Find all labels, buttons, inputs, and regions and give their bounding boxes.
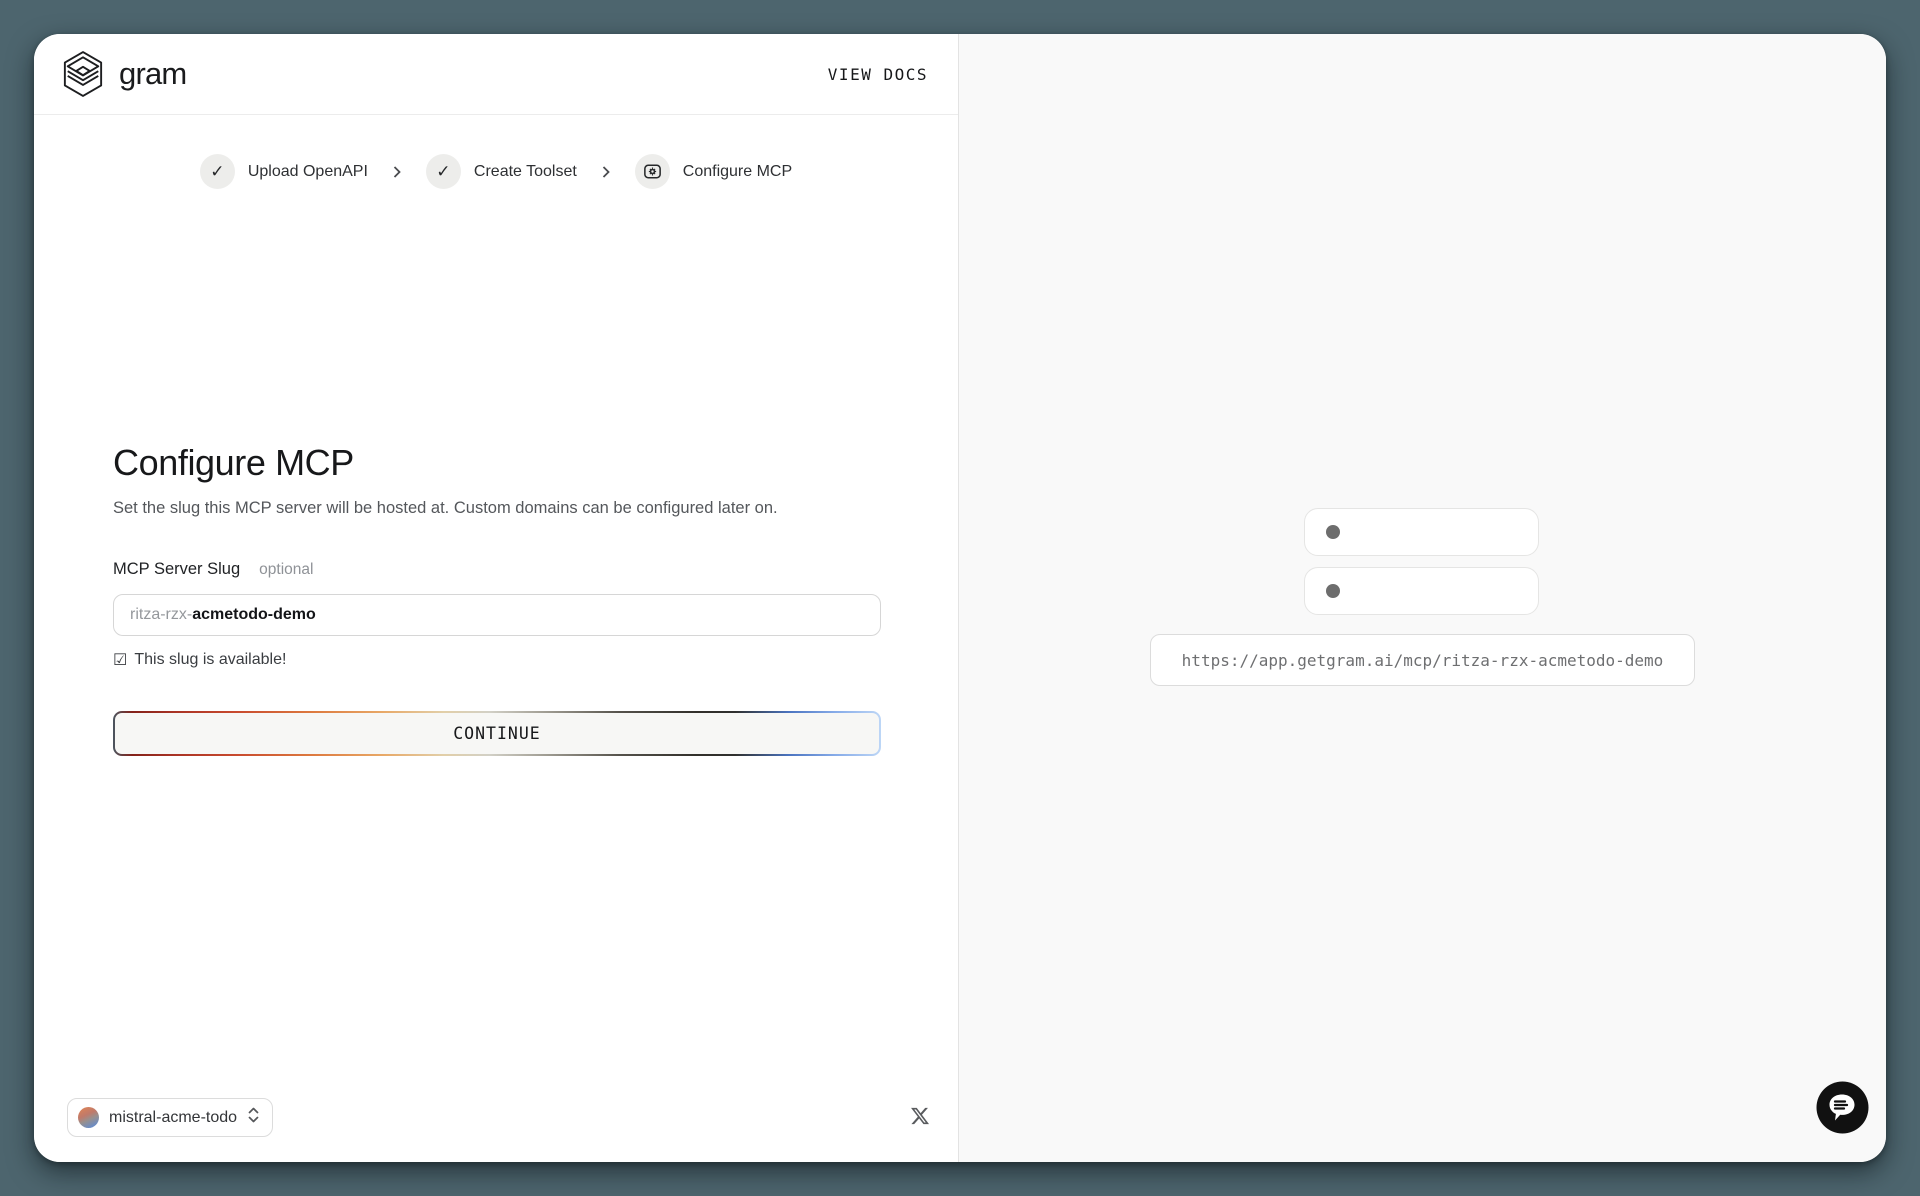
up-down-chevrons-icon	[247, 1106, 260, 1129]
chevron-right-icon	[600, 165, 612, 179]
header: gram VIEW DOCS	[34, 34, 958, 115]
step-label: Upload OpenAPI	[248, 163, 368, 181]
step-label: Create Toolset	[474, 163, 577, 181]
brand-wordmark: gram	[119, 56, 186, 92]
slug-value: acmetodo-demo	[192, 606, 316, 624]
project-selector-value: mistral-acme-todo	[109, 1109, 237, 1127]
checkbox-checked-icon: ☑	[113, 650, 127, 670]
chat-bubble-button[interactable]	[1815, 1080, 1870, 1135]
brand: gram	[62, 50, 186, 98]
step-label: Configure MCP	[683, 163, 792, 181]
step-create-toolset[interactable]: ✓ Create Toolset	[426, 154, 577, 189]
dot-icon	[1326, 584, 1340, 598]
project-avatar	[78, 1107, 99, 1128]
mcp-slug-input[interactable]: ritza-rzx-acmetodo-demo	[113, 594, 881, 636]
slug-field-label: MCP Server Slug	[113, 560, 240, 579]
availability-text: This slug is available!	[134, 651, 286, 669]
mcp-url-preview: https://app.getgram.ai/mcp/ritza-rzx-acm…	[1150, 634, 1695, 686]
view-docs-link[interactable]: VIEW DOCS	[828, 65, 928, 84]
check-icon: ✓	[426, 154, 461, 189]
setup-panel: gram VIEW DOCS ✓ Upload OpenAPI ✓ Create…	[34, 34, 959, 1162]
slug-field-label-row: MCP Server Slug optional	[113, 560, 313, 579]
gram-logo-icon	[62, 50, 104, 98]
dot-icon	[1326, 525, 1340, 539]
preview-placeholder-card	[1304, 567, 1539, 615]
mcp-settings-icon	[635, 154, 670, 189]
slug-prefix: ritza-rzx-	[130, 606, 192, 624]
setup-stepper: ✓ Upload OpenAPI ✓ Create Toolset	[34, 154, 958, 189]
app-window: gram VIEW DOCS ✓ Upload OpenAPI ✓ Create…	[34, 34, 1886, 1162]
continue-button[interactable]: CONTINUE	[113, 711, 881, 756]
slug-availability-status: ☑ This slug is available!	[113, 650, 286, 670]
check-icon: ✓	[200, 154, 235, 189]
step-upload-openapi[interactable]: ✓ Upload OpenAPI	[200, 154, 368, 189]
preview-panel: https://app.getgram.ai/mcp/ritza-rzx-acm…	[959, 34, 1886, 1162]
chevron-right-icon	[391, 165, 403, 179]
page-title: Configure MCP	[113, 442, 354, 484]
preview-placeholder-card	[1304, 508, 1539, 556]
project-selector[interactable]: mistral-acme-todo	[67, 1098, 273, 1137]
page-description: Set the slug this MCP server will be hos…	[113, 499, 778, 518]
step-configure-mcp[interactable]: Configure MCP	[635, 154, 792, 189]
x-logo-icon[interactable]	[910, 1106, 930, 1131]
optional-badge: optional	[259, 561, 313, 579]
